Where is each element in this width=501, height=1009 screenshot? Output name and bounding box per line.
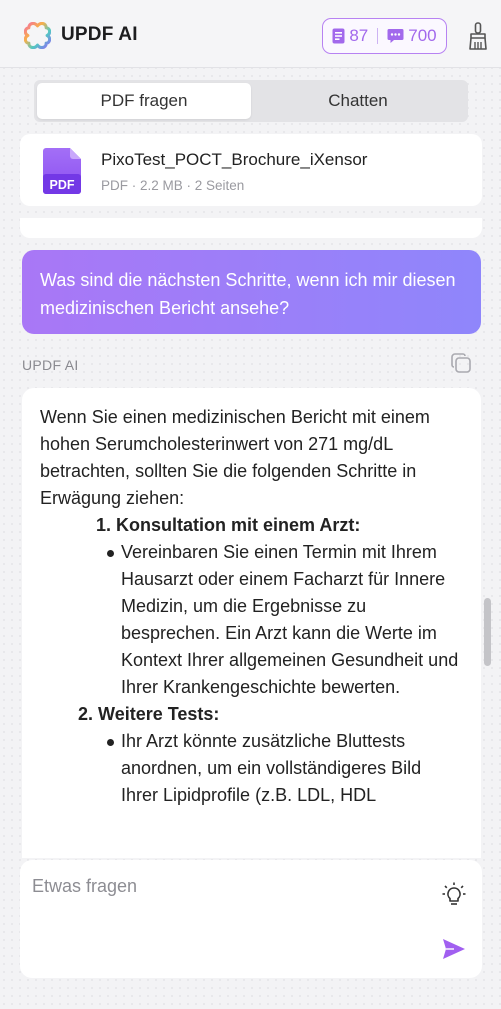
tab-chatten[interactable]: Chatten <box>251 83 465 119</box>
step-title: Konsultation mit einem Arzt: <box>116 515 361 535</box>
quota-divider <box>377 28 379 44</box>
ai-answer: Wenn Sie einen medizinischen Bericht mit… <box>22 388 481 858</box>
chat-quota-count: 700 <box>408 26 437 45</box>
user-message-bubble: Was sind die nächsten Schritte, wenn ich… <box>22 250 481 334</box>
pdf-file-icon: PDF <box>43 148 81 194</box>
step-item: 1. Konsultation mit einem Arzt: Vereinba… <box>96 512 463 701</box>
input-box <box>20 860 482 978</box>
file-meta: PDF · 2.2 MB · 2 Seiten <box>101 178 245 193</box>
bullet-text: Ihr Arzt könnte zusätzliche Bluttests an… <box>121 731 422 805</box>
bullet-dot <box>107 550 114 557</box>
ask-input[interactable] <box>32 876 432 956</box>
step-title: Weitere Tests: <box>98 704 220 724</box>
send-icon[interactable] <box>442 938 466 960</box>
mode-tabs: PDF fragen Chatten <box>34 80 468 122</box>
file-card[interactable]: PDF PixoTest_POCT_Brochure_iXensor PDF ·… <box>20 134 482 206</box>
chat-bubble-icon <box>387 29 404 43</box>
copy-icon[interactable] <box>450 352 472 374</box>
step-number: 1. <box>96 515 112 535</box>
document-icon <box>332 28 345 44</box>
updf-logo-icon <box>24 22 51 49</box>
answer-steps: 1. Konsultation mit einem Arzt: Vereinba… <box>40 512 463 701</box>
pdf-quota: 87 <box>332 26 368 46</box>
app-title: UPDF AI <box>61 24 138 45</box>
file-name: PixoTest_POCT_Brochure_iXensor <box>101 150 368 169</box>
step-number: 2. <box>78 704 94 724</box>
step-item: 2. Weitere Tests: Ihr Arzt könnte zusätz… <box>78 701 463 809</box>
chat-quota: 700 <box>387 26 437 46</box>
bullet-item: Vereinbaren Sie einen Termin mit Ihrem H… <box>107 539 463 701</box>
pdf-quota-count: 87 <box>349 26 369 45</box>
broom-icon[interactable] <box>468 22 488 50</box>
bullet-item: Ihr Arzt könnte zusätzliche Bluttests an… <box>107 728 463 809</box>
lightbulb-icon[interactable] <box>442 882 466 908</box>
ai-sender-label: UPDF AI <box>22 357 79 373</box>
step-bullets: Vereinbaren Sie einen Termin mit Ihrem H… <box>40 539 463 701</box>
app-header: UPDF AI 87 700 <box>0 0 501 68</box>
chat-scrollbar[interactable] <box>484 598 491 666</box>
bullet-dot <box>107 739 114 746</box>
quota-badge[interactable]: 87 700 <box>322 18 447 54</box>
step-bullets: Ihr Arzt könnte zusätzliche Bluttests an… <box>40 728 463 809</box>
answer-intro: Wenn Sie einen medizinischen Bericht mit… <box>40 407 430 508</box>
tab-pdf-fragen[interactable]: PDF fragen <box>37 83 251 119</box>
pdf-icon-label: PDF <box>50 178 75 192</box>
previous-message-edge <box>20 218 482 238</box>
answer-steps-2: 2. Weitere Tests: Ihr Arzt könnte zusätz… <box>40 701 463 809</box>
bullet-text: Vereinbaren Sie einen Termin mit Ihrem H… <box>121 542 459 697</box>
